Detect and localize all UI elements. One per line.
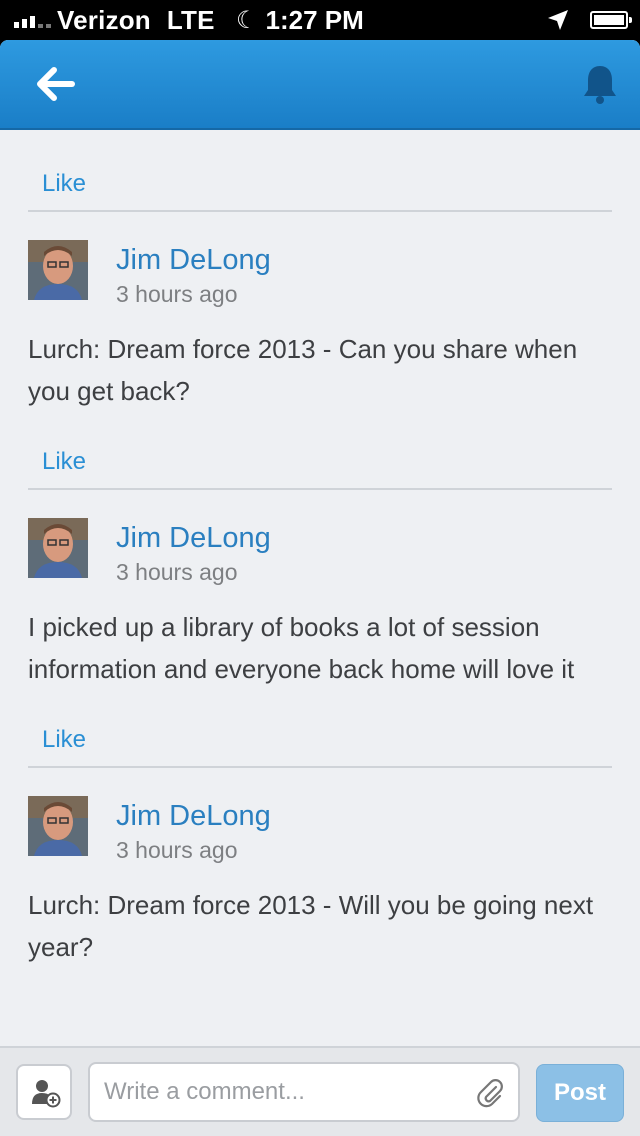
clock: 1:27 PM bbox=[265, 4, 364, 35]
comment-item: Jim DeLong 3 hours ago Lurch: Dream forc… bbox=[28, 240, 612, 412]
notifications-button[interactable] bbox=[582, 62, 618, 106]
comment-author[interactable]: Jim DeLong bbox=[116, 520, 271, 556]
divider bbox=[28, 488, 612, 490]
attach-button[interactable] bbox=[476, 1078, 506, 1108]
comment-item: Jim DeLong 3 hours ago I picked up a lib… bbox=[28, 518, 612, 690]
comment-text: I picked up a library of books a lot of … bbox=[28, 612, 575, 684]
like-link[interactable]: Like bbox=[42, 448, 640, 476]
app-screen: Like Jim DeLong 3 hours ago Lurch: Dream… bbox=[0, 40, 640, 1136]
signal-strength-icon bbox=[14, 12, 51, 28]
comment-time: 3 hours ago bbox=[116, 281, 238, 307]
status-time-group: ☾ 1:27 PM bbox=[236, 4, 364, 36]
comment-author[interactable]: Jim DeLong bbox=[116, 798, 271, 834]
paperclip-icon bbox=[477, 1079, 503, 1108]
comment-input[interactable] bbox=[88, 1062, 520, 1122]
comment-item: Jim DeLong 3 hours ago Lurch: Dream forc… bbox=[28, 796, 612, 968]
avatar[interactable] bbox=[28, 796, 88, 856]
comment-text: Lurch: Dream force 2013 - Will you be go… bbox=[28, 890, 594, 962]
status-bar: Verizon LTE ☾ 1:27 PM bbox=[0, 0, 640, 40]
navigation-bar bbox=[0, 40, 640, 130]
comment-feed: Like Jim DeLong 3 hours ago Lurch: Dream… bbox=[0, 130, 640, 1046]
back-button[interactable] bbox=[34, 64, 78, 104]
comment-text: Lurch: Dream force 2013 - Can you share … bbox=[28, 334, 578, 406]
do-not-disturb-moon-icon: ☾ bbox=[236, 6, 258, 34]
post-button[interactable]: Post bbox=[536, 1064, 624, 1122]
divider bbox=[28, 210, 612, 212]
add-person-icon bbox=[32, 1080, 61, 1108]
avatar[interactable] bbox=[28, 518, 88, 578]
avatar[interactable] bbox=[28, 240, 88, 300]
status-right bbox=[546, 6, 632, 34]
status-left: Verizon LTE bbox=[14, 4, 215, 36]
comment-author[interactable]: Jim DeLong bbox=[116, 242, 271, 278]
battery-icon bbox=[590, 11, 632, 29]
carrier-name: Verizon bbox=[57, 4, 151, 35]
comment-composer: Post bbox=[0, 1046, 640, 1136]
comment-time: 3 hours ago bbox=[116, 837, 238, 863]
comment-time: 3 hours ago bbox=[116, 559, 238, 585]
divider bbox=[28, 766, 612, 768]
like-link[interactable]: Like bbox=[42, 726, 640, 754]
location-arrow-icon bbox=[548, 10, 568, 30]
network-type: LTE bbox=[166, 4, 215, 35]
mention-user-button[interactable] bbox=[16, 1064, 72, 1120]
back-arrow-icon bbox=[37, 67, 75, 101]
bell-icon bbox=[584, 66, 616, 104]
like-link[interactable]: Like bbox=[42, 170, 640, 198]
